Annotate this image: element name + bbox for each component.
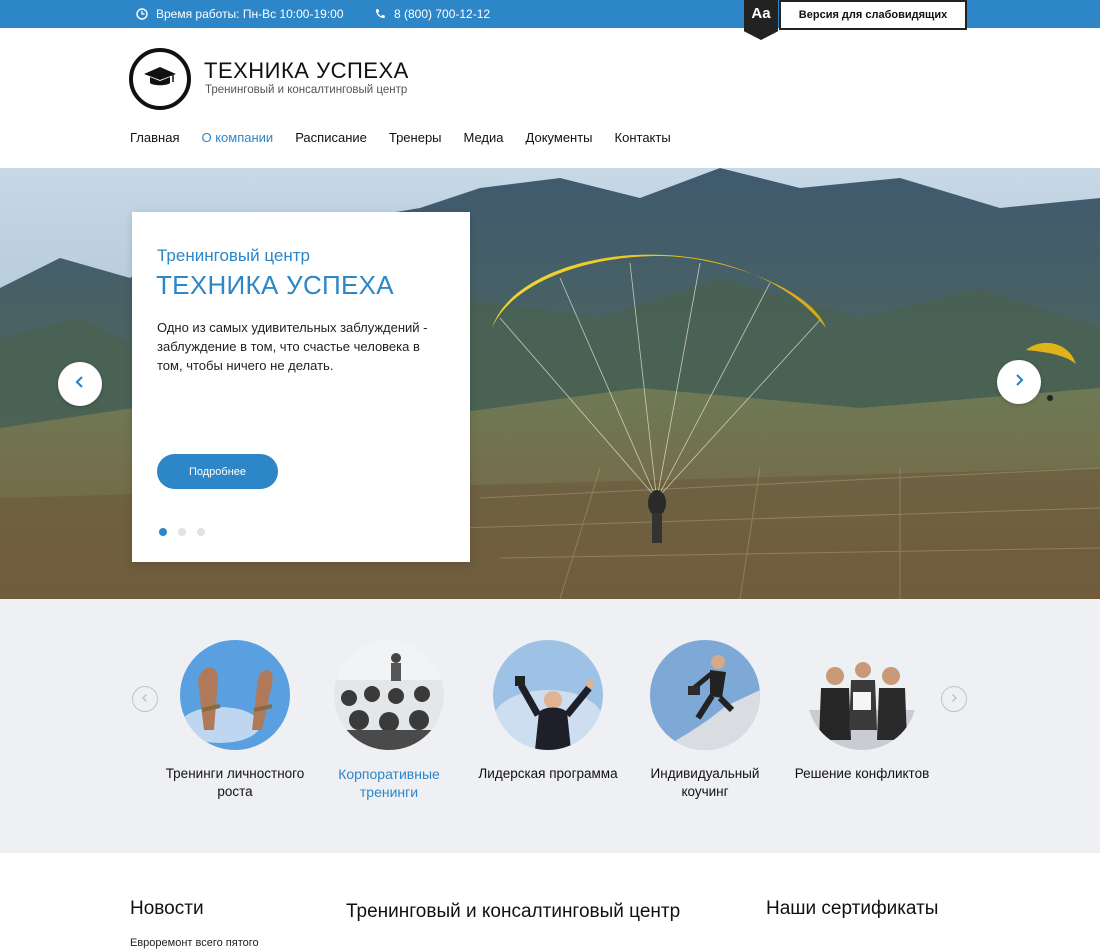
slider-dot-3[interactable] <box>197 528 205 536</box>
brand-title[interactable]: ТЕХНИКА УСПЕХА <box>204 58 409 84</box>
news-title: Новости <box>130 898 204 919</box>
slider-dot-1[interactable] <box>159 528 167 536</box>
news-item-link[interactable]: Евроремонт всего пятого <box>130 937 259 949</box>
service-label: Лидерская программа <box>478 766 618 781</box>
nav-item-trainers[interactable]: Тренеры <box>389 130 442 145</box>
service-item-corporate[interactable]: Корпоративные тренинги <box>314 640 464 801</box>
chevron-right-icon <box>1012 373 1026 392</box>
services-prev-button[interactable] <box>132 686 158 712</box>
service-item-coaching[interactable]: Индивидуальный коучинг <box>630 640 780 801</box>
service-label: Решение конфликтов <box>794 766 930 781</box>
service-image-leadership <box>493 640 603 750</box>
nav-item-contacts[interactable]: Контакты <box>615 130 671 145</box>
service-image-coaching <box>650 640 760 750</box>
phone-link[interactable]: 8 (800) 700-12-12 <box>374 7 490 21</box>
graduation-cap-icon <box>143 65 177 94</box>
phone-icon <box>374 8 386 20</box>
service-image-conflicts <box>807 640 917 750</box>
more-button[interactable]: Подробнее <box>157 454 278 489</box>
hero-text: Одно из самых удивительных заблуждений -… <box>157 320 428 373</box>
work-hours: Время работы: Пн-Вс 10:00-19:00 <box>136 7 344 21</box>
nav-item-about[interactable]: О компании <box>201 130 273 145</box>
brand-subtitle: Тренинговый и консалтинговый центр <box>205 84 408 96</box>
service-image-corporate <box>334 640 444 750</box>
accessibility-version-button[interactable]: Версия для слабовидящих <box>779 0 967 30</box>
work-hours-text: Время работы: Пн-Вс 10:00-19:00 <box>156 7 344 21</box>
service-item-leadership[interactable]: Лидерская программа <box>473 640 623 783</box>
hero-title: ТЕХНИКА УСПЕХА <box>156 270 394 300</box>
services-section: Тренинги личностного роста Корпоративные… <box>0 599 1100 853</box>
certificates-title: Наши сертификаты <box>766 898 939 919</box>
phone-number: 8 (800) 700-12-12 <box>394 7 491 21</box>
nav-item-documents[interactable]: Документы <box>526 130 593 145</box>
nav-item-home[interactable]: Главная <box>130 130 179 145</box>
service-label: Корпоративные тренинги <box>338 766 440 800</box>
font-size-icon[interactable]: Aa <box>744 0 778 40</box>
main-nav: Главная О компании Расписание Тренеры Ме… <box>130 130 693 145</box>
services-next-button[interactable] <box>941 686 967 712</box>
service-image-personal-growth <box>180 640 290 750</box>
hero-kicker: Тренинговый центр <box>157 246 310 265</box>
service-item-conflicts[interactable]: Решение конфликтов <box>787 640 937 783</box>
nav-item-media[interactable]: Медиа <box>464 130 504 145</box>
hero-card: Тренинговый центр ТЕХНИКА УСПЕХА Одно из… <box>132 212 470 562</box>
slider-dot-2[interactable] <box>178 528 186 536</box>
hero-slider: Тренинговый центр ТЕХНИКА УСПЕХА Одно из… <box>0 168 1100 599</box>
nav-item-schedule[interactable]: Расписание <box>295 130 367 145</box>
service-item-personal-growth[interactable]: Тренинги личностного роста <box>160 640 310 801</box>
service-label: Тренинги личностного роста <box>165 766 305 799</box>
clock-icon <box>136 8 148 20</box>
hero-next-button[interactable] <box>997 360 1041 404</box>
service-label: Индивидуальный коучинг <box>650 766 760 799</box>
center-title: Тренинговый и консалтинговый центр <box>346 901 681 922</box>
chevron-left-icon <box>140 690 150 708</box>
hero-prev-button[interactable] <box>58 362 102 406</box>
logo[interactable] <box>129 48 191 110</box>
slider-dots <box>159 528 205 536</box>
chevron-right-icon <box>949 690 959 708</box>
chevron-left-icon <box>73 375 87 394</box>
